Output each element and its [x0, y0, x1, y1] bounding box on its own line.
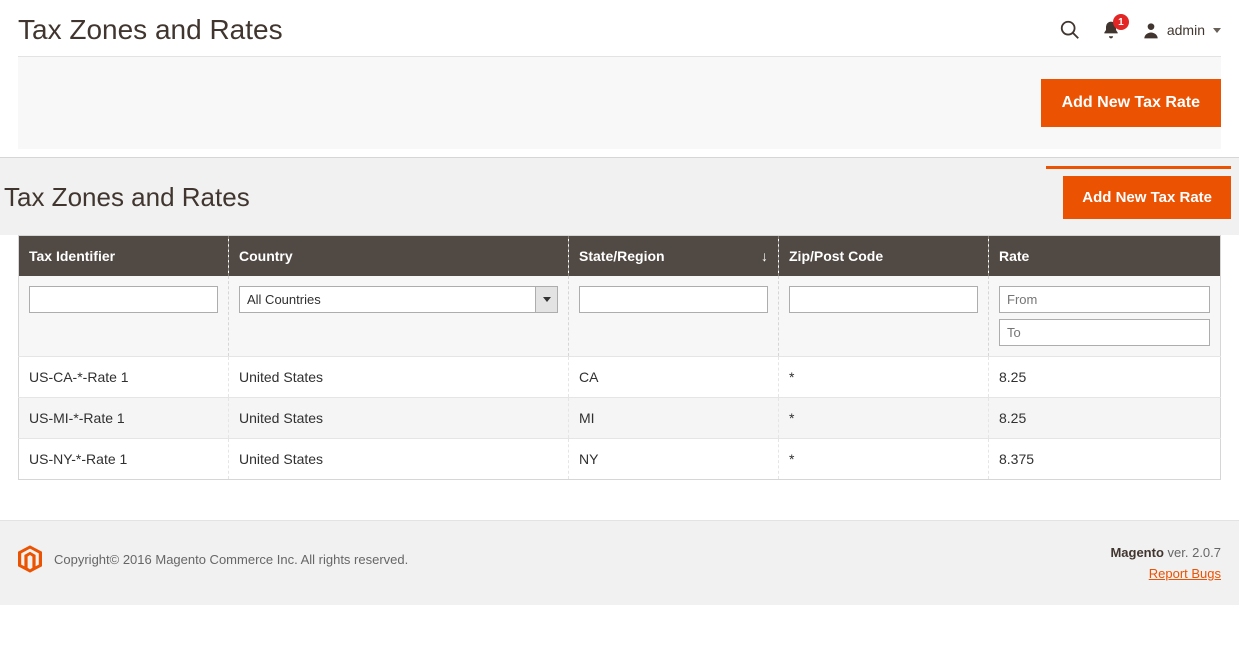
primary-action-bar: Add New Tax Rate: [18, 56, 1221, 149]
cell-tax-identifier: US-CA-*-Rate 1: [19, 357, 229, 398]
copyright-text: Copyright© 2016 Magento Commerce Inc. Al…: [54, 552, 408, 567]
cell-rate: 8.25: [989, 398, 1221, 439]
filter-zip-input[interactable]: [789, 286, 978, 313]
cell-country: United States: [229, 439, 569, 480]
username: admin: [1167, 22, 1205, 38]
cell-state: NY: [569, 439, 779, 480]
page-header: Tax Zones and Rates 1 admin: [18, 0, 1221, 56]
filter-state-input[interactable]: [579, 286, 768, 313]
sort-arrow-down-icon: ↓: [761, 248, 768, 264]
page-title: Tax Zones and Rates: [18, 14, 1059, 46]
cell-zip: *: [779, 439, 989, 480]
report-bugs-link[interactable]: Report Bugs: [1149, 566, 1221, 581]
search-icon[interactable]: [1059, 19, 1081, 41]
cell-zip: *: [779, 357, 989, 398]
grid-header-bar: Tax Zones and Rates Add New Tax Rate: [0, 170, 1239, 235]
cell-rate: 8.25: [989, 357, 1221, 398]
filter-rate-from-input[interactable]: [999, 286, 1210, 313]
page-footer: Copyright© 2016 Magento Commerce Inc. Al…: [0, 520, 1239, 605]
filter-tax-identifier-input[interactable]: [29, 286, 218, 313]
add-tax-rate-button-secondary[interactable]: Add New Tax Rate: [1063, 176, 1231, 219]
user-menu[interactable]: admin: [1141, 20, 1221, 40]
cell-country: United States: [229, 357, 569, 398]
brand-name: Magento: [1110, 545, 1163, 560]
filter-rate-to-input[interactable]: [999, 319, 1210, 346]
cell-zip: *: [779, 398, 989, 439]
cell-tax-identifier: US-NY-*-Rate 1: [19, 439, 229, 480]
col-header-zip[interactable]: Zip/Post Code: [779, 236, 989, 277]
add-tax-rate-button[interactable]: Add New Tax Rate: [1041, 79, 1221, 127]
cell-state: CA: [569, 357, 779, 398]
magento-logo-icon: [18, 545, 42, 573]
cell-state: MI: [569, 398, 779, 439]
chevron-down-icon: [1213, 28, 1221, 33]
notifications-icon[interactable]: 1: [1101, 20, 1121, 40]
grid-title: Tax Zones and Rates: [2, 182, 1063, 213]
version-text: ver. 2.0.7: [1164, 545, 1221, 560]
col-header-rate[interactable]: Rate: [989, 236, 1221, 277]
col-header-tax-identifier[interactable]: Tax Identifier: [19, 236, 229, 277]
table-row[interactable]: US-NY-*-Rate 1 United States NY * 8.375: [19, 439, 1221, 480]
tax-rates-table: Tax Identifier Country State/Region↓ Zip…: [18, 235, 1221, 480]
user-icon: [1141, 20, 1161, 40]
col-header-country[interactable]: Country: [229, 236, 569, 277]
cell-tax-identifier: US-MI-*-Rate 1: [19, 398, 229, 439]
notification-badge: 1: [1113, 14, 1129, 30]
table-row[interactable]: US-CA-*-Rate 1 United States CA * 8.25: [19, 357, 1221, 398]
filter-row: All Countries: [19, 276, 1221, 357]
cell-rate: 8.375: [989, 439, 1221, 480]
table-row[interactable]: US-MI-*-Rate 1 United States MI * 8.25: [19, 398, 1221, 439]
filter-country-select[interactable]: All Countries: [239, 286, 558, 313]
accent-line: [0, 158, 1239, 170]
cell-country: United States: [229, 398, 569, 439]
col-header-state-region[interactable]: State/Region↓: [569, 236, 779, 277]
